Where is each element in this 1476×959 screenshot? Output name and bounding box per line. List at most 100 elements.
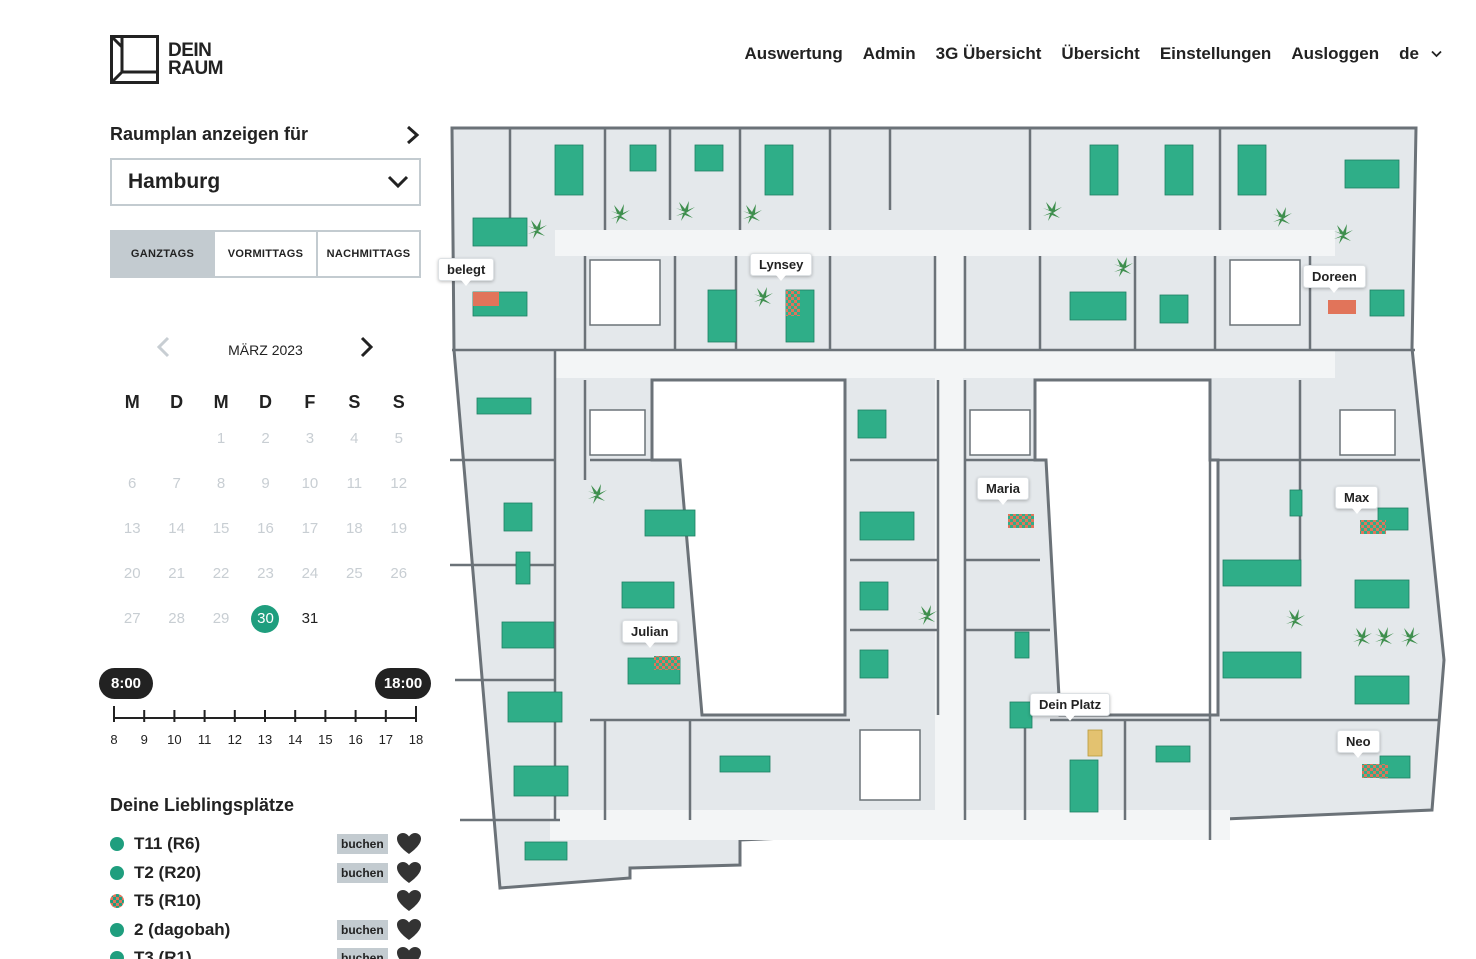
callout-booked[interactable]: belegt <box>438 258 495 286</box>
book-button[interactable]: buchen <box>337 834 388 854</box>
calendar-day-number: 27 <box>123 610 141 627</box>
book-button[interactable]: buchen <box>337 948 388 959</box>
desk[interactable] <box>1164 144 1194 196</box>
desk[interactable] <box>629 144 657 172</box>
calendar-day-number: 22 <box>212 565 230 582</box>
callout-colleague[interactable]: Julian <box>622 620 678 648</box>
language-select[interactable]: de <box>1399 44 1442 64</box>
calendar-weekday: S <box>348 392 361 412</box>
desk[interactable] <box>719 755 771 773</box>
heart-icon[interactable] <box>396 832 422 856</box>
calendar-day: 22 <box>199 551 243 596</box>
desk[interactable] <box>859 581 889 611</box>
desk-booked[interactable] <box>1328 300 1356 314</box>
calendar-day[interactable]: 30 <box>243 596 287 641</box>
desk[interactable] <box>554 144 584 196</box>
callout-colleague[interactable]: Max <box>1335 486 1379 514</box>
heart-icon[interactable] <box>396 946 422 959</box>
book-button[interactable]: buchen <box>337 862 388 883</box>
desk[interactable] <box>644 509 696 537</box>
nav-ausloggen[interactable]: Ausloggen <box>1291 44 1379 64</box>
desk[interactable] <box>1089 144 1119 196</box>
desk[interactable] <box>1237 144 1267 196</box>
callout-colleague[interactable]: Lynsey <box>750 253 813 281</box>
desk[interactable] <box>1155 745 1191 763</box>
desk[interactable] <box>1354 579 1410 609</box>
desk[interactable] <box>1369 289 1405 317</box>
calendar-weekday: D <box>258 392 272 412</box>
calendar-weekday: M <box>124 392 140 412</box>
desk-booked[interactable] <box>473 292 499 306</box>
desk[interactable] <box>1289 489 1303 517</box>
favorite-label: T5 (R10) <box>134 891 202 911</box>
nav-auswertung[interactable]: Auswertung <box>744 44 842 64</box>
time-tick-label: 14 <box>288 732 302 747</box>
desk[interactable] <box>1069 291 1127 321</box>
segment-ganztags[interactable]: GANZTAGS <box>112 232 215 276</box>
desk-partially-booked[interactable] <box>1008 514 1034 528</box>
calendar-day-number: 17 <box>301 520 319 537</box>
desk[interactable] <box>707 289 737 343</box>
callout-colleague[interactable]: Maria <box>977 477 1029 505</box>
heart-icon[interactable] <box>396 889 422 913</box>
chevron-right-icon[interactable] <box>404 124 422 146</box>
desk-mine[interactable] <box>1087 729 1103 757</box>
desk-partially-booked[interactable] <box>786 290 800 316</box>
calendar-day-number: 31 <box>301 610 319 627</box>
desk[interactable] <box>694 144 724 172</box>
time-end-handle[interactable]: 18:00 <box>375 668 431 699</box>
availability-dot <box>110 837 124 852</box>
heart-icon[interactable] <box>396 918 422 942</box>
nav-admin[interactable]: Admin <box>863 44 916 64</box>
location-select[interactable]: Hamburg <box>110 158 421 206</box>
desk[interactable] <box>1014 631 1030 659</box>
segment-nachmittags[interactable]: NACHMITTAGS <box>318 232 419 276</box>
nav-uebersicht[interactable]: Übersicht <box>1061 44 1139 64</box>
desk[interactable] <box>1009 701 1033 729</box>
desk[interactable] <box>1222 559 1302 587</box>
floor-plan[interactable] <box>440 120 1476 900</box>
desk[interactable] <box>524 841 568 861</box>
favorite-label: T11 (R6) <box>134 834 201 854</box>
calendar-day[interactable]: 31 <box>288 596 332 641</box>
availability-dot <box>110 951 124 959</box>
calendar-day-number: 29 <box>212 610 230 627</box>
heart-icon[interactable] <box>396 861 422 885</box>
desk[interactable] <box>515 551 531 585</box>
desk[interactable] <box>503 502 533 532</box>
desk[interactable] <box>857 409 887 439</box>
segment-vormittags[interactable]: VORMITTAGS <box>215 232 318 276</box>
desk[interactable] <box>1159 294 1189 324</box>
book-button[interactable]: buchen <box>337 919 388 940</box>
nav-3g-uebersicht[interactable]: 3G Übersicht <box>936 44 1042 64</box>
desk[interactable] <box>476 397 532 415</box>
desk[interactable] <box>1222 651 1302 679</box>
callout-colleague[interactable]: Neo <box>1337 730 1380 758</box>
desk[interactable] <box>507 691 563 723</box>
desk[interactable] <box>859 649 889 679</box>
chevron-right-icon[interactable] <box>358 336 374 358</box>
calendar-day: 20 <box>110 551 154 596</box>
stairwell <box>589 409 646 456</box>
desk[interactable] <box>513 765 569 797</box>
time-start-handle[interactable]: 8:00 <box>99 668 153 699</box>
desk[interactable] <box>764 144 794 196</box>
desk[interactable] <box>1069 759 1099 813</box>
calendar-day: 15 <box>199 506 243 551</box>
desk[interactable] <box>621 581 675 609</box>
desk[interactable] <box>1344 159 1400 189</box>
nav-einstellungen[interactable]: Einstellungen <box>1160 44 1271 64</box>
callout-colleague[interactable]: Doreen <box>1303 265 1366 293</box>
desk[interactable] <box>501 621 555 649</box>
desk[interactable] <box>472 217 528 247</box>
corridor <box>550 810 1230 840</box>
time-ruler[interactable]: 8 9 10 11 12 13 14 15 16 17 18 <box>110 704 430 752</box>
desk-partially-booked[interactable] <box>1360 520 1386 534</box>
desk-partially-booked[interactable] <box>1362 764 1388 778</box>
calendar-day: 7 <box>154 461 198 506</box>
desk-partially-booked[interactable] <box>654 656 680 670</box>
logo[interactable]: DEIN RAUM <box>110 35 224 84</box>
desk[interactable] <box>1354 675 1410 705</box>
callout-my-desk[interactable]: Dein Platz <box>1030 693 1111 721</box>
desk[interactable] <box>859 511 915 541</box>
